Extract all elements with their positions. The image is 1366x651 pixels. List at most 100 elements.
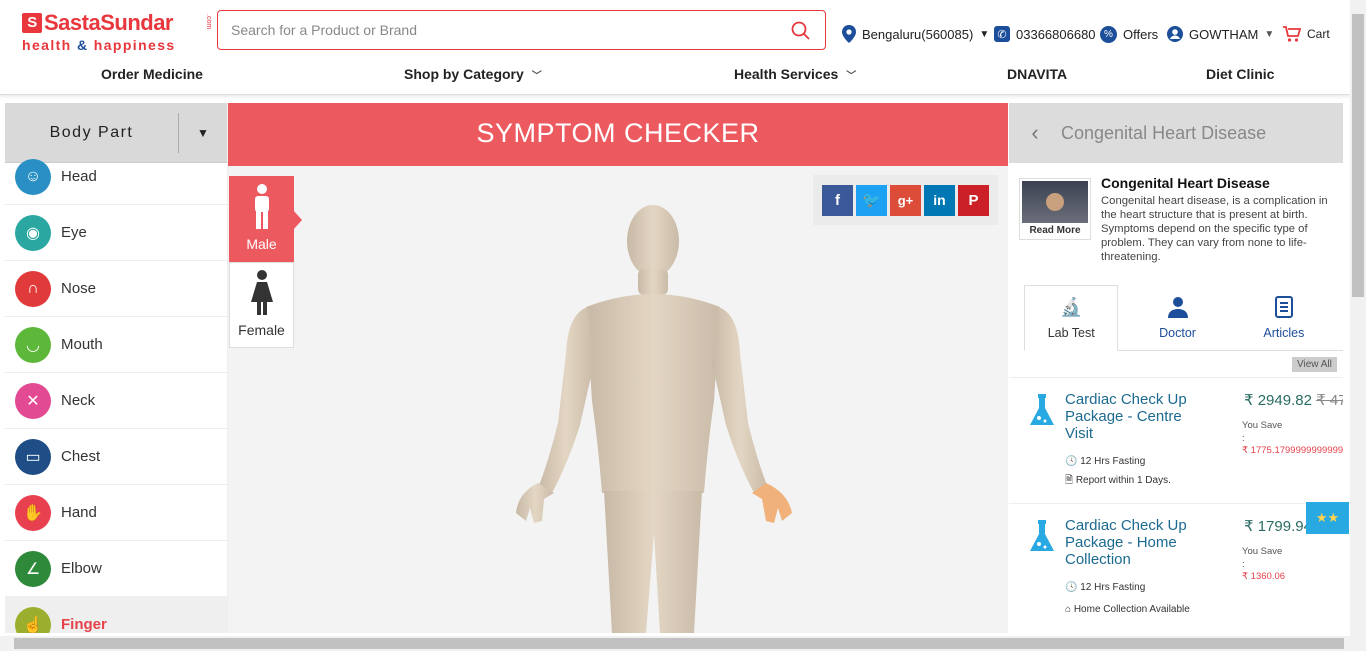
disease-panel: ‹ Congenital Heart Disease Read More Con… <box>1009 103 1343 633</box>
rating-feedback-button[interactable]: ★★ <box>1306 502 1349 534</box>
female-icon <box>250 270 273 315</box>
nav-dnavita[interactable]: DNAVITA <box>1007 66 1067 82</box>
save-amount: ₹ 1775.1799999999999 <box>1242 445 1343 456</box>
female-button[interactable]: Female <box>229 262 294 348</box>
you-save-label: You Save <box>1242 420 1283 431</box>
cart-icon <box>1283 26 1301 42</box>
you-save-label: You Save <box>1242 546 1283 557</box>
neck-icon: ✕ <box>15 382 51 419</box>
body-part-nose[interactable]: ∩ Nose <box>5 261 227 317</box>
tab-label: Articles <box>1263 326 1305 340</box>
location-text: Bengaluru(560085) <box>862 26 974 42</box>
doctor-icon <box>1167 297 1188 318</box>
body-head[interactable] <box>627 205 679 277</box>
lab-package-card[interactable]: Cardiac Check Up Package - Centre Visit … <box>1009 377 1343 497</box>
report-note: 🗎 Report within 1 Days. <box>1065 475 1171 486</box>
male-icon <box>254 184 269 229</box>
female-label: Female <box>238 322 285 338</box>
logo[interactable]: S SastaSundar health & happiness .com <box>22 10 212 54</box>
body-part-label: Hand <box>61 504 97 521</box>
logo-amp: & <box>76 37 89 53</box>
body-part-head[interactable]: ☺ Head <box>5 149 227 205</box>
resource-tabs: 🔬 Lab Test Doctor Articles <box>1024 285 1343 351</box>
eye-icon: ◉ <box>15 214 51 251</box>
body-part-label: Head <box>61 168 97 185</box>
body-part-eye[interactable]: ◉ Eye <box>5 205 227 261</box>
search-input[interactable] <box>218 11 778 49</box>
back-chevron-icon[interactable]: ‹ <box>1009 120 1061 146</box>
tab-label: Lab Test <box>1047 326 1095 340</box>
body-part-neck[interactable]: ✕ Neck <box>5 373 227 429</box>
nose-icon: ∩ <box>15 270 51 307</box>
package-price: ₹ 1799.94 <box>1244 517 1312 535</box>
google-plus-icon[interactable]: g+ <box>890 184 921 216</box>
search-icon[interactable] <box>791 21 811 41</box>
head-icon: ☺ <box>15 158 51 195</box>
view-all-button[interactable]: View All <box>1292 357 1337 372</box>
tab-articles[interactable]: Articles <box>1237 285 1331 350</box>
offers-link[interactable]: % Offers <box>1100 24 1158 44</box>
elbow-icon: ∠ <box>15 550 51 587</box>
save-amount: ₹ 1360.06 <box>1242 571 1286 582</box>
package-name[interactable]: Cardiac Check Up Package - Home Collecti… <box>1065 517 1190 568</box>
cart-label: Cart <box>1307 27 1330 41</box>
caret-down-icon: ▼ <box>1264 28 1275 40</box>
articles-icon <box>1274 296 1293 318</box>
vertical-scrollbar[interactable] <box>1350 0 1366 636</box>
disease-title: Congenital Heart Disease <box>1101 175 1270 191</box>
body-part-hand[interactable]: ✋ Hand <box>5 485 227 541</box>
body-part-finger[interactable]: ☝ Finger <box>5 597 227 633</box>
phone-number: 03366806680 <box>1016 26 1096 42</box>
linkedin-icon[interactable]: in <box>924 184 955 216</box>
nav-order-medicine[interactable]: Order Medicine <box>101 66 203 82</box>
horizontal-scrollbar[interactable] <box>0 636 1366 651</box>
human-body-figure[interactable] <box>508 203 798 633</box>
body-right-hand-highlight[interactable] <box>752 483 792 523</box>
body-left-arm[interactable] <box>538 307 594 493</box>
body-part-label: Mouth <box>61 336 103 353</box>
body-part-chest[interactable]: ▭ Chest <box>5 429 227 485</box>
body-legs[interactable] <box>604 491 702 633</box>
user-menu[interactable]: GOWTHAM ▼ <box>1167 24 1274 44</box>
package-price: ₹ 2949.82 ₹ 472 <box>1244 391 1343 409</box>
body-part-label: Chest <box>61 448 101 465</box>
nav-diet-clinic[interactable]: Diet Clinic <box>1206 66 1274 82</box>
nav-health-services[interactable]: Health Services ﹀ <box>734 66 856 82</box>
social-share-bar: f 🐦 g+ in P <box>813 175 998 225</box>
body-neck[interactable] <box>638 269 668 295</box>
disease-header: ‹ Congenital Heart Disease <box>1009 103 1343 163</box>
facebook-icon[interactable]: f <box>822 184 853 216</box>
body-right-arm[interactable] <box>712 307 768 493</box>
page-title: SYMPTOM CHECKER <box>228 103 1008 166</box>
read-more-link[interactable]: Read More <box>1029 225 1080 236</box>
male-button[interactable]: Male <box>229 176 302 262</box>
pinterest-icon[interactable]: P <box>958 184 989 216</box>
twitter-icon[interactable]: 🐦 <box>856 184 887 216</box>
location-selector[interactable]: Bengaluru(560085) ▼ <box>842 24 989 44</box>
finger-icon: ☝ <box>15 606 51 633</box>
body-torso[interactable] <box>586 294 720 493</box>
home-collection-text: Home Collection Available <box>1073 604 1190 615</box>
scrollbar-thumb[interactable] <box>14 638 1344 649</box>
lab-package-card[interactable]: Cardiac Check Up Package - Home Collecti… <box>1009 503 1343 623</box>
report-text: Report within 1 Days. <box>1075 475 1171 486</box>
phone-link[interactable]: ✆ 03366806680 <box>994 24 1096 44</box>
nav-shop-by-category[interactable]: Shop by Category ﹀ <box>404 66 542 82</box>
scrollbar-thumb[interactable] <box>1352 14 1364 297</box>
cart-link[interactable]: Cart <box>1283 24 1330 44</box>
package-name[interactable]: Cardiac Check Up Package - Centre Visit <box>1065 391 1190 442</box>
user-name: GOWTHAM <box>1189 26 1259 42</box>
body-part-mouth[interactable]: ◡ Mouth <box>5 317 227 373</box>
fasting-note: 🕓 12 Hrs Fasting <box>1065 582 1146 593</box>
price-current: ₹ 1799.94 <box>1244 518 1312 535</box>
tab-doctor[interactable]: Doctor <box>1130 285 1224 350</box>
disease-thumbnail[interactable]: Read More <box>1019 178 1091 240</box>
body-part-label: Elbow <box>61 560 102 577</box>
nav-label: Health Services <box>734 66 839 82</box>
home-collection-note: ⌂ Home Collection Available <box>1065 604 1190 615</box>
logo-com: .com <box>205 14 212 30</box>
body-part-elbow[interactable]: ∠ Elbow <box>5 541 227 597</box>
logo-tagline-1: health <box>22 37 72 53</box>
chevron-down-icon: ﹀ <box>846 70 857 82</box>
tab-lab-test[interactable]: 🔬 Lab Test <box>1024 285 1119 351</box>
